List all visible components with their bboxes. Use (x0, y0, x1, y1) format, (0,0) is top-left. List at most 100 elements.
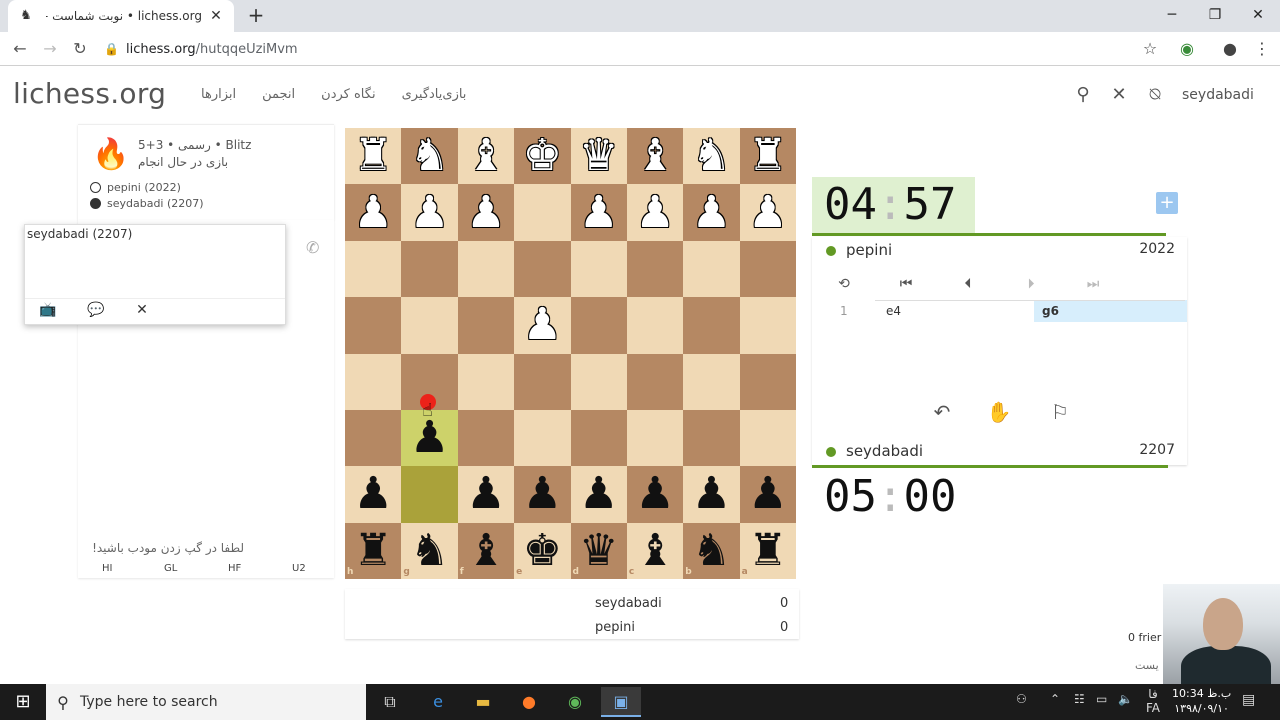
black-queen-icon[interactable]: ♛ (571, 523, 627, 579)
move-black[interactable]: g6 (1034, 300, 1187, 322)
square-h4[interactable] (345, 297, 402, 354)
tv-icon[interactable]: 📺 (37, 302, 59, 322)
black-pawn-icon[interactable]: ♟ (571, 466, 627, 522)
black-pawn-icon[interactable]: ♟ (627, 466, 683, 522)
bookmark-star-icon[interactable]: ☆ (1138, 37, 1162, 61)
first-move-icon[interactable]: ⏮ (895, 273, 917, 295)
extension-icon[interactable]: ◉ (1175, 37, 1199, 61)
window-close-icon[interactable]: ✕ (1236, 0, 1280, 32)
square-f5[interactable] (457, 353, 515, 410)
last-move-icon[interactable]: ⏭ (1082, 273, 1104, 295)
square-d3[interactable] (570, 240, 627, 298)
black-bishop-icon[interactable]: ♝ (627, 523, 683, 579)
square-e6[interactable] (514, 409, 571, 467)
nav-learn[interactable]: یادگیری (402, 87, 443, 102)
square-h6[interactable] (345, 409, 402, 467)
preset-gl[interactable]: GL (164, 563, 177, 574)
add-time-button[interactable]: + (1156, 192, 1178, 214)
takeback-icon[interactable]: ↶ (928, 400, 956, 426)
black-pawn-icon[interactable]: ♟ (458, 466, 514, 522)
preset-u2[interactable]: U2 (292, 563, 306, 574)
square-d6[interactable] (570, 409, 627, 467)
maximize-icon[interactable]: ❐ (1193, 0, 1237, 32)
square-f4[interactable] (457, 297, 515, 354)
challenge-icon[interactable]: ✕ (131, 302, 153, 322)
black-pawn-icon[interactable]: ♟ (740, 466, 796, 522)
square-c5[interactable] (626, 353, 684, 410)
black-rook-icon[interactable]: ♜ (345, 523, 401, 579)
nav-community[interactable]: انجمن (262, 87, 295, 102)
player-name[interactable]: seydabadi (846, 442, 923, 460)
black-bishop-icon[interactable]: ♝ (458, 523, 514, 579)
square-c6[interactable] (626, 409, 684, 467)
black-pawn-icon[interactable]: ♟ (345, 466, 401, 522)
offer-draw-icon[interactable]: ✋ (985, 400, 1013, 426)
recorder-app-icon[interactable]: ▣ (601, 687, 641, 717)
url-field[interactable]: 🔒 lichess.org/hutqqeUziMvm (104, 36, 1124, 62)
user-menu[interactable]: seydabadi (1182, 87, 1254, 103)
square-h5[interactable] (345, 353, 402, 410)
message-icon[interactable]: 💬 (85, 302, 107, 322)
tray-arrow-icon[interactable]: ⌃ (1050, 692, 1060, 706)
square-e3[interactable] (514, 240, 571, 298)
square-c4[interactable] (626, 297, 684, 354)
notifications-off-icon[interactable]: ⍉ (1143, 83, 1167, 107)
black-king-icon[interactable]: ♚ (514, 523, 570, 579)
browser-tab[interactable]: ♞ lichess.org • نوبت شماست - بازی ✕ (8, 0, 234, 32)
flip-board-icon[interactable]: ⟲ (833, 273, 855, 295)
search-icon[interactable]: ⚲ (1071, 83, 1095, 107)
site-logo[interactable]: lichess.org (13, 77, 166, 110)
prev-move-icon[interactable]: ⏴ (957, 273, 979, 295)
task-view-icon[interactable]: ⧉ (370, 687, 410, 717)
square-f3[interactable] (457, 240, 515, 298)
square-f6[interactable] (457, 409, 515, 467)
preset-hi[interactable]: HI (102, 563, 112, 574)
reload-icon[interactable]: ↻ (68, 37, 92, 61)
volume-icon[interactable]: 🔈 (1118, 692, 1133, 706)
resign-flag-icon[interactable]: ⚐ (1046, 400, 1074, 426)
black-knight-icon[interactable]: ♞ (401, 523, 457, 579)
square-b5[interactable] (683, 353, 740, 410)
opponent-name[interactable]: pepini (846, 241, 892, 259)
nav-watch[interactable]: نگاه کردن (321, 87, 375, 102)
taskbar-search[interactable]: ⚲ Type here to search (46, 684, 366, 720)
menu-dots-icon[interactable]: ⋮ (1250, 37, 1274, 61)
black-pawn-icon[interactable]: ♟ (514, 466, 570, 522)
square-b6[interactable] (683, 409, 740, 467)
popup-username[interactable]: seydabadi (2207) (27, 227, 132, 241)
nav-tools[interactable]: ابزارها (201, 87, 236, 102)
tab-close-icon[interactable]: ✕ (208, 8, 224, 24)
profile-icon[interactable]: ● (1218, 37, 1242, 61)
player-white-line[interactable]: pepini (2022) (90, 181, 181, 194)
network-icon[interactable]: ☷ (1074, 692, 1085, 706)
back-icon[interactable]: ← (8, 37, 32, 61)
minimize-icon[interactable]: ─ (1150, 0, 1194, 32)
square-b4[interactable] (683, 297, 740, 354)
black-knight-icon[interactable]: ♞ (683, 523, 739, 579)
chrome-icon[interactable]: ◉ (555, 687, 595, 717)
chess-board[interactable]: 1 2 3 4 5 6 7 8 h g f e d c b a ♜ ♞ ♝ ♚ ♛ ♝ ♞ ♜ ♟ ♟ ♟ ♟ ♟ ♟ ♟ ♟ ♟ ♟ ♟ ♟ ♟ ♟ ♟ ♟… (345, 128, 797, 580)
chat-input[interactable]: لطفا در گپ زدن مودب باشید! (80, 541, 332, 555)
nav-play[interactable]: بازی (442, 87, 466, 102)
battery-icon[interactable]: ▭ (1096, 692, 1107, 706)
square-c3[interactable] (626, 240, 684, 298)
start-icon[interactable]: ⊞ (0, 684, 46, 720)
phone-icon[interactable]: ✆ (306, 238, 319, 257)
square-d5[interactable] (570, 353, 627, 410)
firefox-icon[interactable]: ● (509, 687, 549, 717)
square-h3[interactable] (345, 240, 402, 298)
square-g3[interactable] (401, 240, 458, 298)
preset-hf[interactable]: HF (228, 563, 241, 574)
move-white[interactable]: e4 (886, 304, 901, 318)
action-center-icon[interactable]: ▤ (1242, 692, 1255, 708)
next-move-icon[interactable]: ⏵ (1020, 273, 1042, 295)
language-indicator[interactable]: فا FA (1146, 687, 1160, 715)
square-b3[interactable] (683, 240, 740, 298)
black-rook-icon[interactable]: ♜ (740, 523, 796, 579)
square-d4[interactable] (570, 297, 627, 354)
people-icon[interactable]: ⚇ (1016, 692, 1027, 706)
edge-icon[interactable]: e (418, 687, 458, 717)
friends-count[interactable]: 0 frier (1128, 631, 1161, 644)
forward-icon[interactable]: → (38, 37, 62, 61)
player-black-line[interactable]: seydabadi (2207) (90, 197, 204, 210)
